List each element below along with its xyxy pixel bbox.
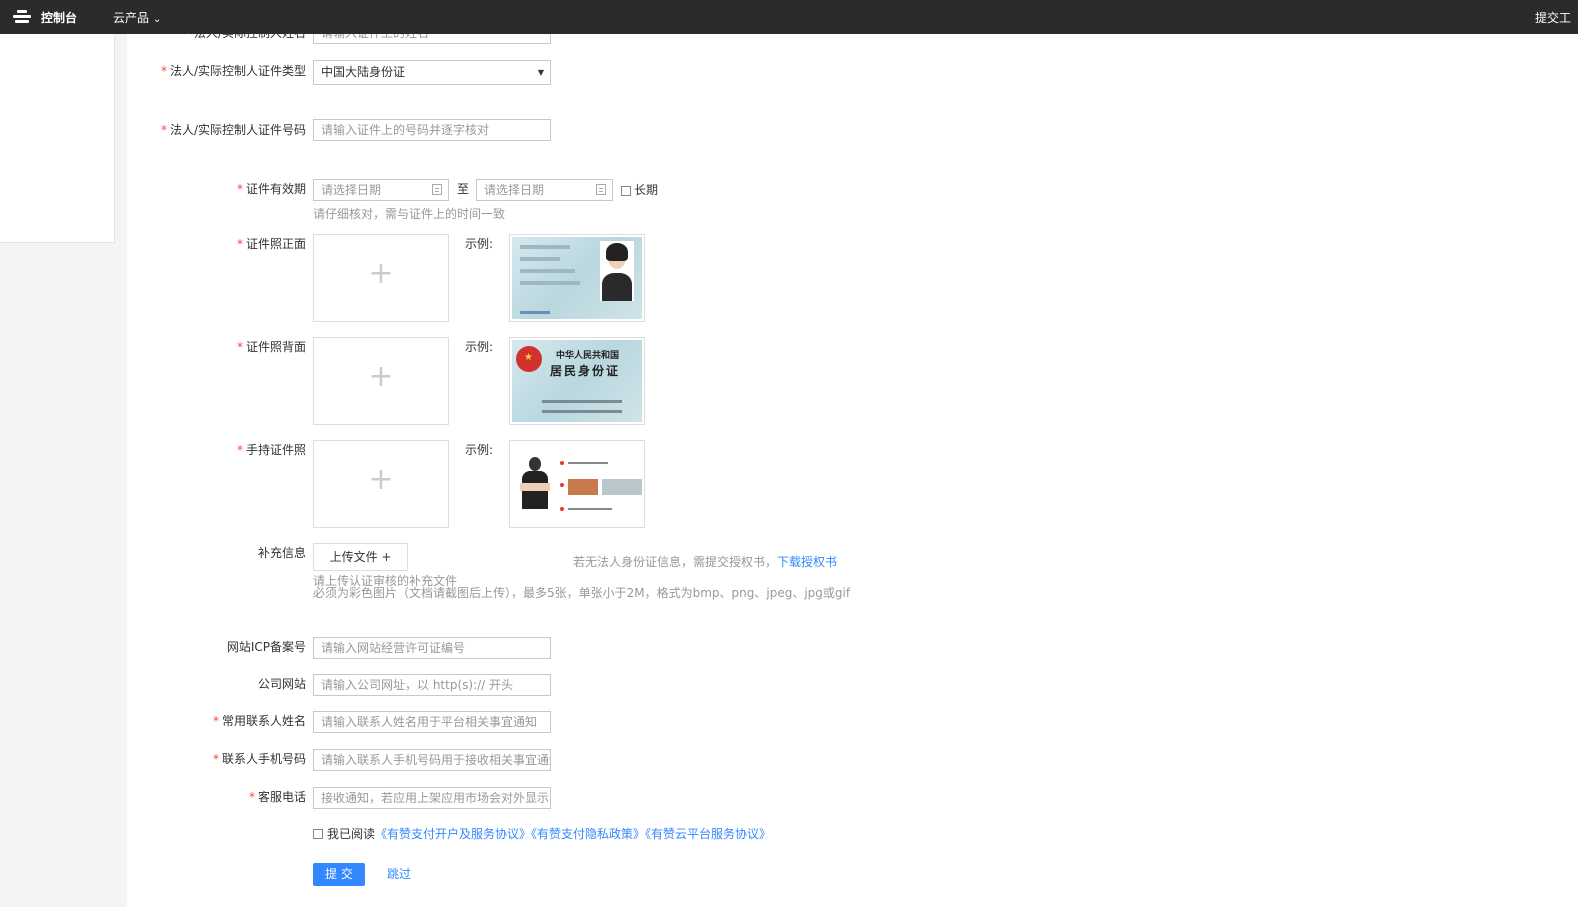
id-back-upload[interactable]: + [313, 337, 449, 425]
plus-icon: + [368, 359, 394, 394]
service-phone-input[interactable]: 接收通知，若应用上架应用市场会对外显示 [313, 787, 551, 809]
card-title-line2: 居民身份证 [550, 364, 621, 378]
id-number-input[interactable]: 请输入证件上的号码并逐字核对 [313, 119, 551, 141]
payment-privacy-policy-link[interactable]: 《有赞支付隐私政策》 [531, 827, 645, 841]
validity-separator: 至 [457, 182, 470, 196]
national-emblem-icon: ★ [516, 346, 542, 372]
payment-account-agreement-link[interactable]: 《有赞支付开户及服务协议》 [375, 827, 531, 841]
long-term-checkbox[interactable] [621, 186, 631, 196]
agreement-checkbox[interactable] [313, 829, 323, 839]
icp-input[interactable]: 请输入网站经营许可证编号 [313, 637, 551, 659]
calendar-icon [432, 184, 442, 195]
id-card-back-image: ★ 中华人民共和国 居民身份证 [512, 340, 642, 422]
id-back-label: * 证件照背面 [236, 340, 306, 354]
validity-end-placeholder: 请选择日期 [484, 183, 545, 197]
id-front-sample-image [509, 234, 645, 322]
download-authorization-link[interactable]: 下载授权书 [777, 555, 837, 569]
id-card-front-image [512, 237, 642, 319]
select-arrow-icon: ▼ [537, 68, 544, 77]
agreement-prefix: 我已阅读 [327, 827, 376, 841]
icp-label: 网站ICP备案号 [226, 640, 306, 654]
hand-held-sample-label: 示例: [465, 443, 494, 457]
contact-name-input[interactable]: 请输入联系人姓名用于平台相关事宜通知 [313, 711, 551, 733]
supplement-hint-2: 必须为彩色图片（文档请截图后上传），最多5张，单张小于2M，格式为bmp、png… [313, 586, 851, 600]
submit-ticket-link[interactable]: 提交工 [1535, 9, 1578, 26]
website-input[interactable]: 请输入公司网址，以 http(s):// 开头 [313, 674, 551, 696]
authorization-note: 若无法人身份证信息，需提交授权书，下载授权书 [573, 552, 837, 572]
validity-start-date[interactable]: 请选择日期 [313, 179, 449, 201]
validity-end-date[interactable]: 请选择日期 [476, 179, 613, 201]
cloud-products-label: 云产品 [113, 11, 150, 25]
hand-held-upload[interactable]: + [313, 440, 449, 528]
menu-logo-icon[interactable] [13, 10, 31, 24]
portrait-photo [600, 241, 634, 301]
contact-phone-label: * 联系人手机号码 [212, 752, 306, 766]
id-number-label: * 法人/实际控制人证件号码 [160, 123, 306, 137]
agreement-text: 我已阅读《有赞支付开户及服务协议》《有赞支付隐私政策》《有赞云平台服务协议》 [327, 824, 771, 844]
authorization-note-text: 若无法人身份证信息，需提交授权书， [573, 555, 778, 569]
person-holding-id-image [520, 457, 550, 513]
left-side-panel [0, 34, 115, 243]
long-term-label: 长期 [634, 183, 659, 197]
id-front-upload[interactable]: + [313, 234, 449, 322]
website-label: 公司网站 [257, 677, 306, 691]
plus-icon: + [368, 256, 394, 291]
cloud-platform-agreement-link[interactable]: 《有赞云平台服务协议》 [645, 827, 771, 841]
id-type-value: 中国大陆身份证 [321, 65, 406, 79]
top-navigation-bar: 控制台 云产品 ⌄ 提交工 [0, 0, 1578, 34]
hand-held-label: * 手持证件照 [236, 443, 306, 457]
console-link[interactable]: 控制台 [41, 9, 77, 26]
validity-start-placeholder: 请选择日期 [321, 183, 382, 197]
id-front-label: * 证件照正面 [236, 237, 306, 251]
card-title-line1: 中华人民共和国 [556, 351, 620, 361]
hand-held-sample-image [509, 440, 645, 528]
chevron-down-icon: ⌄ [153, 14, 162, 25]
validity-hint: 请仔细核对，需与证件上的时间一致 [313, 207, 506, 221]
plus-icon: + [368, 462, 394, 497]
id-back-sample-image: ★ 中华人民共和国 居民身份证 [509, 337, 645, 425]
contact-phone-input[interactable]: 请输入联系人手机号码用于接收相关事宜通知 [313, 749, 551, 771]
supplement-label: 补充信息 [257, 546, 306, 560]
skip-link[interactable]: 跳过 [387, 864, 411, 884]
cloud-products-menu[interactable]: 云产品 ⌄ [113, 9, 161, 26]
submit-button[interactable]: 提 交 [313, 863, 365, 886]
upload-file-button[interactable]: 上传文件 + [313, 543, 408, 571]
calendar-icon [596, 184, 606, 195]
validity-label: * 证件有效期 [236, 182, 306, 196]
contact-name-label: * 常用联系人姓名 [212, 714, 306, 728]
id-front-sample-label: 示例: [465, 237, 494, 251]
id-type-select[interactable]: 中国大陆身份证 ▼ [313, 60, 551, 85]
id-type-label: * 法人/实际控制人证件类型 [160, 64, 306, 78]
service-phone-label: * 客服电话 [248, 790, 306, 804]
id-back-sample-label: 示例: [465, 340, 494, 354]
